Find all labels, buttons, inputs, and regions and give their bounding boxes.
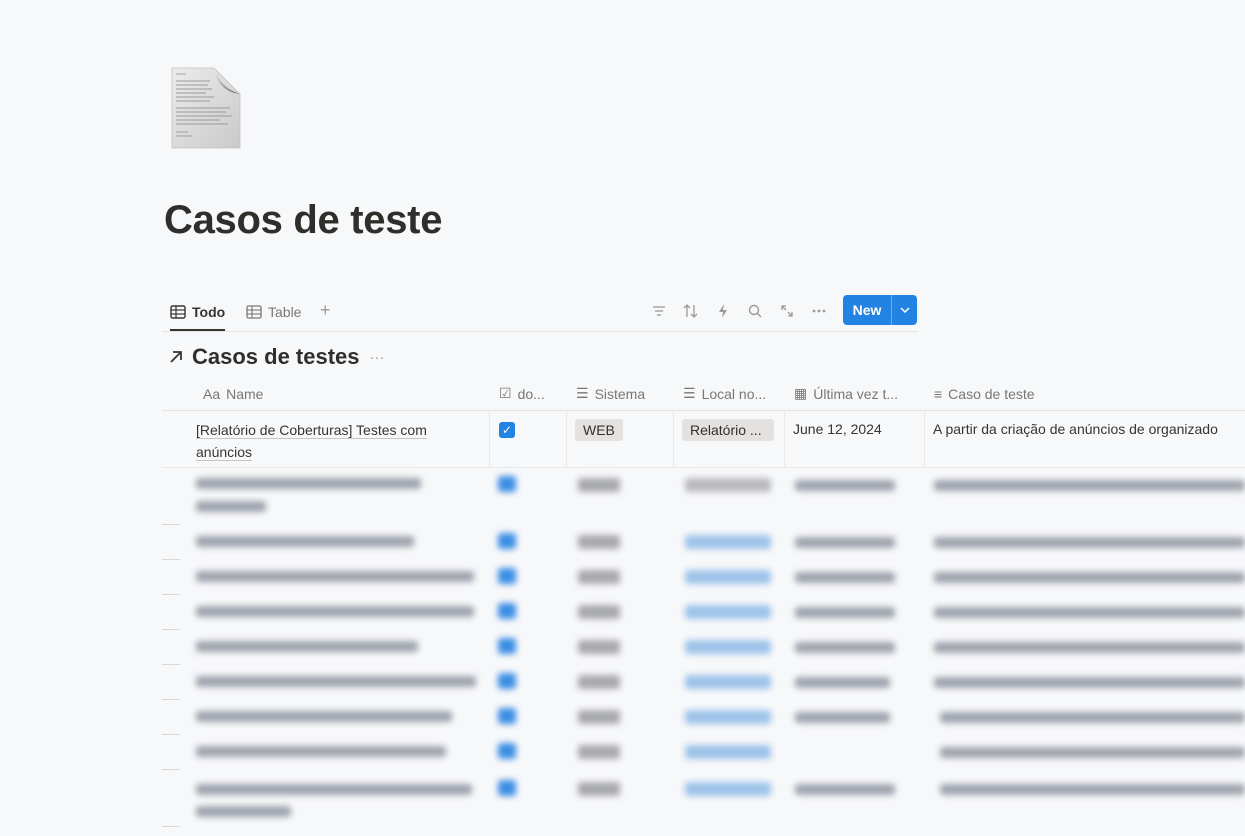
add-view-icon[interactable]: + xyxy=(320,300,331,321)
tab-table[interactable]: Table xyxy=(246,294,301,330)
column-header-date[interactable]: ▦ Última vez t... xyxy=(794,377,898,410)
column-label: Última vez t... xyxy=(813,385,899,402)
table-icon xyxy=(246,305,262,319)
table-row[interactable]: [Relatório de Coberturas] Testes com anú… xyxy=(162,411,1245,468)
column-label: Local no... xyxy=(701,385,767,402)
page-title[interactable]: Casos de teste xyxy=(164,198,442,243)
filter-icon[interactable] xyxy=(649,301,669,321)
linked-arrow-icon[interactable] xyxy=(168,349,184,365)
date-value: June 12, 2024 xyxy=(793,421,882,437)
checkbox-property-icon: ☑ xyxy=(499,385,512,401)
row-divider xyxy=(162,559,180,560)
new-button[interactable]: New xyxy=(843,295,917,325)
row-divider xyxy=(162,826,180,827)
row-divider xyxy=(162,664,180,665)
expand-icon[interactable] xyxy=(777,301,797,321)
database-title[interactable]: Casos de testes xyxy=(192,344,360,370)
row-title-text: [Relatório de Coberturas] Testes com anú… xyxy=(196,422,427,461)
new-button-label: New xyxy=(852,302,882,318)
sistema-tag: WEB xyxy=(575,419,623,441)
column-label: Caso de teste xyxy=(948,385,1035,402)
row-divider xyxy=(162,594,180,595)
table-header: Aa Name ☑ do... ☰ Sistema ☰ Local no... … xyxy=(162,377,1245,411)
row-divider xyxy=(162,769,180,770)
local-tag: Relatório ... xyxy=(682,419,774,441)
row-divider xyxy=(162,734,180,735)
column-label: Name xyxy=(226,385,264,402)
column-header-caso[interactable]: ≡ Caso de teste xyxy=(934,377,1035,410)
column-header-done[interactable]: ☑ do... xyxy=(499,377,545,410)
text-property-icon: Aa xyxy=(203,385,221,402)
list-property-icon: ☰ xyxy=(576,385,589,401)
row-divider xyxy=(162,629,180,630)
view-toolbar: Todo Table + New xyxy=(162,294,918,332)
tab-label: Todo xyxy=(192,304,226,320)
checkbox-checked-icon[interactable]: ✓ xyxy=(499,422,515,438)
cell-date[interactable]: June 12, 2024 xyxy=(784,411,925,467)
list-property-icon: ☰ xyxy=(683,385,696,401)
cell-caso[interactable]: A partir da criação de anúncios de organ… xyxy=(924,411,1245,467)
cell-local[interactable]: Relatório ... xyxy=(673,411,785,467)
document-page-icon[interactable] xyxy=(170,66,242,150)
cell-name[interactable]: [Relatório de Coberturas] Testes com anú… xyxy=(162,411,490,467)
table-icon xyxy=(170,305,186,319)
column-header-name[interactable]: Aa Name xyxy=(203,377,263,410)
database-more-icon[interactable]: ··· xyxy=(370,349,385,366)
row-divider xyxy=(162,699,180,700)
row-divider xyxy=(162,524,180,525)
more-icon[interactable] xyxy=(809,301,829,321)
text-lines-property-icon: ≡ xyxy=(934,385,943,402)
cell-done[interactable]: ✓ xyxy=(489,411,567,467)
caso-value: A partir da criação de anúncios de organ… xyxy=(933,421,1218,437)
column-header-sistema[interactable]: ☰ Sistema xyxy=(576,377,645,410)
chevron-down-icon[interactable] xyxy=(891,295,917,325)
automation-icon[interactable] xyxy=(713,301,733,321)
calendar-property-icon: ▦ xyxy=(794,385,808,401)
column-label: do... xyxy=(517,385,545,402)
database-heading: Casos de testes ··· xyxy=(168,344,385,370)
row-title[interactable]: [Relatório de Coberturas] Testes com anú… xyxy=(196,419,466,463)
column-header-local[interactable]: ☰ Local no... xyxy=(683,377,766,410)
search-icon[interactable] xyxy=(745,301,765,321)
sort-icon[interactable] xyxy=(681,301,701,321)
cell-sistema[interactable]: WEB xyxy=(566,411,674,467)
tab-todo[interactable]: Todo xyxy=(170,294,226,331)
column-label: Sistema xyxy=(594,385,646,402)
database-table: Aa Name ☑ do... ☰ Sistema ☰ Local no... … xyxy=(162,377,1245,468)
tab-label: Table xyxy=(268,304,302,320)
